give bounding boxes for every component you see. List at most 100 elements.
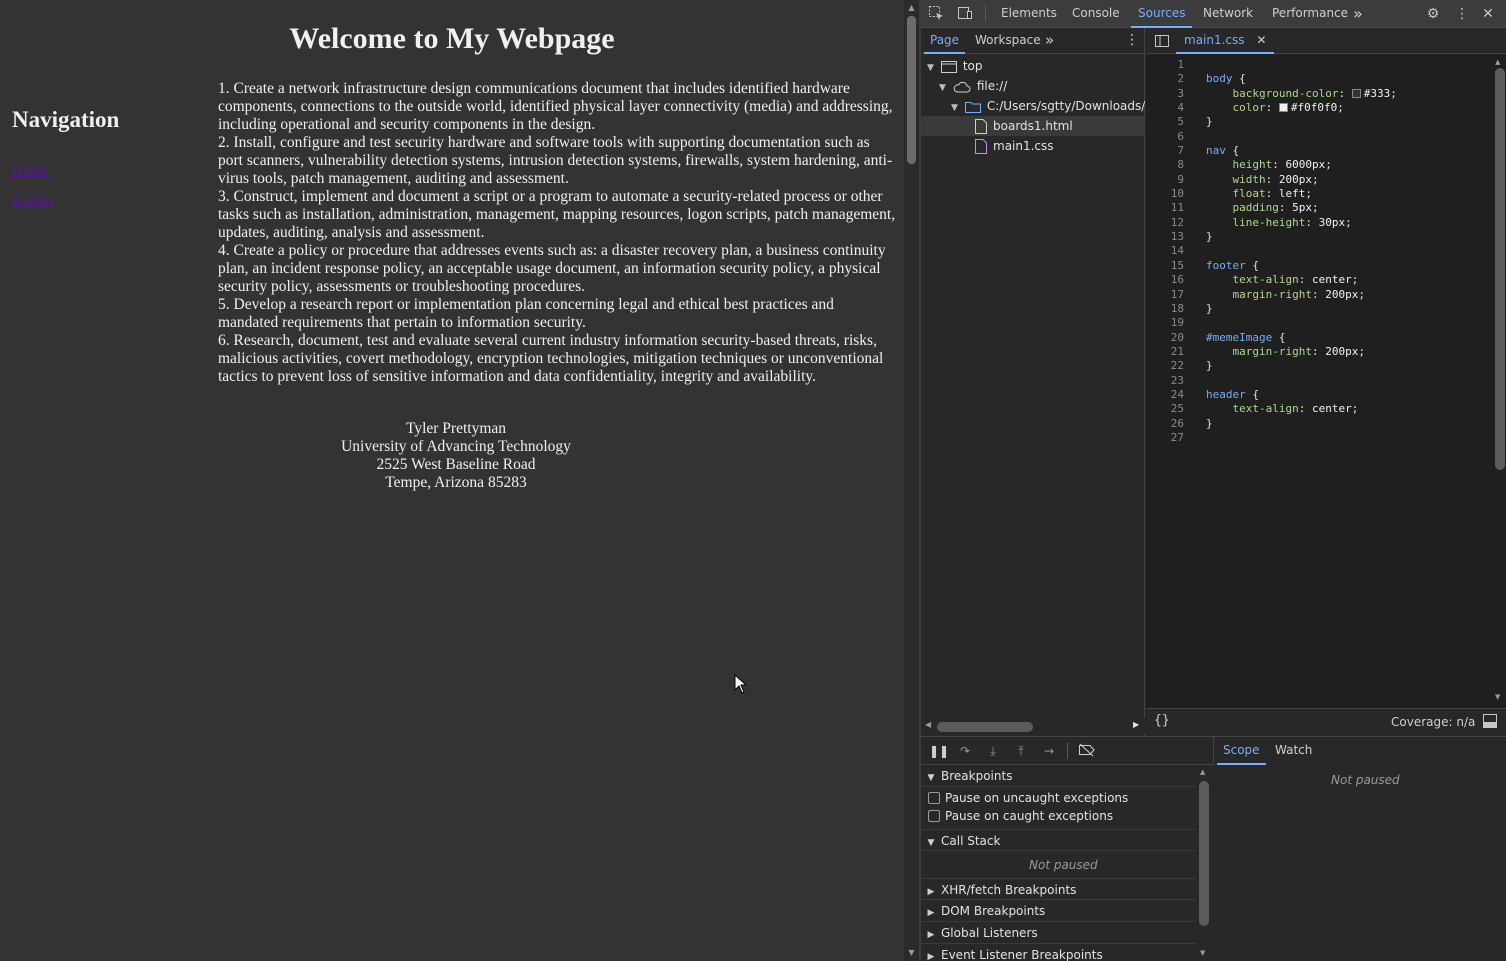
line-number[interactable]: 13 <box>1146 230 1184 244</box>
close-tab-icon[interactable]: ✕ <box>1256 33 1266 47</box>
line-number[interactable]: 16 <box>1146 273 1184 287</box>
line-number[interactable]: 3 <box>1146 87 1184 101</box>
tab-workspace[interactable]: Workspace <box>975 28 1041 54</box>
step-over-icon[interactable]: ↷ <box>957 743 973 759</box>
step-into-icon[interactable]: ⤓ <box>985 743 1001 759</box>
code-line[interactable]: 9 width: 200px; <box>1146 173 1491 187</box>
code-line[interactable]: 26} <box>1146 417 1491 431</box>
more-options-icon[interactable]: ⋮ <box>1453 5 1471 23</box>
line-number[interactable]: 7 <box>1146 144 1184 158</box>
call-stack-section-header[interactable]: ▼ Call Stack <box>921 829 1196 851</box>
line-number[interactable]: 21 <box>1146 345 1184 359</box>
line-number[interactable]: 4 <box>1146 101 1184 115</box>
code-line[interactable]: 20 #memeImage { <box>1146 331 1491 345</box>
breakpoints-section-header[interactable]: ▼ Breakpoints <box>921 765 1196 787</box>
line-number[interactable]: 20 <box>1146 331 1184 345</box>
code-line[interactable]: 6 <box>1146 130 1491 144</box>
global-listeners-section-header[interactable]: ▶ Global Listeners <box>921 922 1196 944</box>
line-number[interactable]: 15 <box>1146 259 1184 273</box>
line-number[interactable]: 22 <box>1146 359 1184 373</box>
code-line[interactable]: 22} <box>1146 359 1491 373</box>
expand-triangle-icon[interactable]: ▶ <box>921 924 941 946</box>
dom-breakpoints-section-header[interactable]: ▶ DOM Breakpoints <box>921 900 1196 922</box>
code-line[interactable]: 18} <box>1146 302 1491 316</box>
code-line[interactable]: 4 color: #f0f0f0; <box>1146 101 1491 115</box>
navigator-hscrollbar[interactable]: ◀ ▶ <box>921 718 1145 734</box>
code-line[interactable]: 8 height: 6000px; <box>1146 158 1491 172</box>
tab-performance[interactable]: Performance <box>1272 0 1348 28</box>
expand-triangle-icon[interactable]: ▶ <box>921 946 941 961</box>
line-number[interactable]: 5 <box>1146 115 1184 129</box>
code-line[interactable]: 21 margin-right: 200px; <box>1146 345 1491 359</box>
tab-scope[interactable]: Scope <box>1217 737 1266 765</box>
code-line[interactable]: 16 text-align: center; <box>1146 273 1491 287</box>
tree-node-top[interactable]: ▼ top <box>921 56 1145 76</box>
pause-caught-option[interactable]: Pause on caught exceptions <box>921 807 1196 825</box>
line-number[interactable]: 18 <box>1146 302 1184 316</box>
toggle-navigator-icon[interactable] <box>1154 33 1170 52</box>
xhr-breakpoints-section-header[interactable]: ▶ XHR/fetch Breakpoints <box>921 878 1196 900</box>
tab-network[interactable]: Network <box>1203 0 1253 28</box>
more-navigator-tabs-icon[interactable]: » <box>1045 28 1054 54</box>
device-toolbar-icon[interactable] <box>956 5 974 23</box>
editor-vscrollbar-thumb[interactable] <box>1495 68 1505 470</box>
tree-file-boards1[interactable]: boards1.html <box>921 116 1145 136</box>
page-scrollbar-thumb[interactable] <box>907 16 916 164</box>
editor-tab-main1[interactable]: main1.css ✕ <box>1176 28 1275 54</box>
line-number[interactable]: 1 <box>1146 58 1184 72</box>
code-line[interactable]: 11 padding: 5px; <box>1146 201 1491 215</box>
pause-uncaught-option[interactable]: Pause on uncaught exceptions <box>921 789 1196 807</box>
step-out-icon[interactable]: ⤒ <box>1013 743 1029 759</box>
code-line[interactable]: 19 <box>1146 316 1491 330</box>
collapse-triangle-icon[interactable]: ▼ <box>921 767 941 789</box>
expand-triangle-icon[interactable]: ▼ <box>951 98 961 116</box>
line-number[interactable]: 9 <box>1146 173 1184 187</box>
pause-caught-checkbox[interactable] <box>928 810 940 822</box>
code-line[interactable]: 5} <box>1146 115 1491 129</box>
scroll-up-icon[interactable]: ▲ <box>1495 58 1500 66</box>
line-number[interactable]: 25 <box>1146 402 1184 416</box>
line-number[interactable]: 27 <box>1146 431 1184 445</box>
tree-node-origin[interactable]: ▼ file:// <box>921 76 1145 96</box>
scroll-up-icon[interactable]: ▲ <box>1200 768 1205 776</box>
scroll-down-icon[interactable]: ▼ <box>1495 693 1500 701</box>
debugger-vscrollbar-thumb[interactable] <box>1199 781 1209 926</box>
editor-vscrollbar[interactable]: ▲ <box>1492 58 1506 678</box>
step-icon[interactable]: → <box>1041 743 1057 759</box>
code-line[interactable]: 23 <box>1146 374 1491 388</box>
nav-link-home[interactable]: Home <box>12 162 49 180</box>
expand-triangle-icon[interactable]: ▼ <box>939 78 949 96</box>
code-line[interactable]: 14 <box>1146 244 1491 258</box>
pause-icon[interactable]: ❚❚ <box>929 743 949 759</box>
tree-node-folder[interactable]: ▼ C:/Users/sgtty/Downloads/CSC <box>921 96 1145 116</box>
tab-page[interactable]: Page <box>924 28 966 54</box>
line-number[interactable]: 11 <box>1146 201 1184 215</box>
navigator-hscrollbar-thumb[interactable] <box>937 722 1033 732</box>
scroll-down-icon[interactable]: ▼ <box>907 948 916 957</box>
toggle-drawer-icon[interactable] <box>1483 714 1497 731</box>
code-line[interactable]: 2 body { <box>1146 72 1491 86</box>
code-line[interactable]: 10 float: left; <box>1146 187 1491 201</box>
tab-watch[interactable]: Watch <box>1275 737 1312 765</box>
line-number[interactable]: 2 <box>1146 72 1184 86</box>
inspect-element-icon[interactable] <box>927 5 945 23</box>
line-number[interactable]: 24 <box>1146 388 1184 402</box>
scroll-down-icon[interactable]: ▼ <box>1200 949 1205 957</box>
color-swatch[interactable] <box>1351 88 1361 98</box>
expand-triangle-icon[interactable]: ▶ <box>921 902 941 924</box>
tree-file-main1[interactable]: main1.css <box>921 136 1145 156</box>
tab-console[interactable]: Console <box>1072 0 1120 28</box>
line-number[interactable]: 12 <box>1146 216 1184 230</box>
code-line[interactable]: 15 footer { <box>1146 259 1491 273</box>
event-listener-breakpoints-section-header[interactable]: ▶ Event Listener Breakpoints <box>921 944 1196 961</box>
line-number[interactable]: 26 <box>1146 417 1184 431</box>
code-line[interactable]: 27 <box>1146 431 1491 445</box>
line-number[interactable]: 23 <box>1146 374 1184 388</box>
code-line[interactable]: 12 line-height: 30px; <box>1146 216 1491 230</box>
pause-uncaught-checkbox[interactable] <box>928 792 940 804</box>
collapse-triangle-icon[interactable]: ▼ <box>921 832 941 854</box>
color-swatch[interactable] <box>1278 103 1288 113</box>
pretty-print-icon[interactable]: {} <box>1154 713 1170 728</box>
line-number[interactable]: 14 <box>1146 244 1184 258</box>
code-lines[interactable]: 1 2 body {3 background-color: #333; 4 color… <box>1146 58 1491 445</box>
